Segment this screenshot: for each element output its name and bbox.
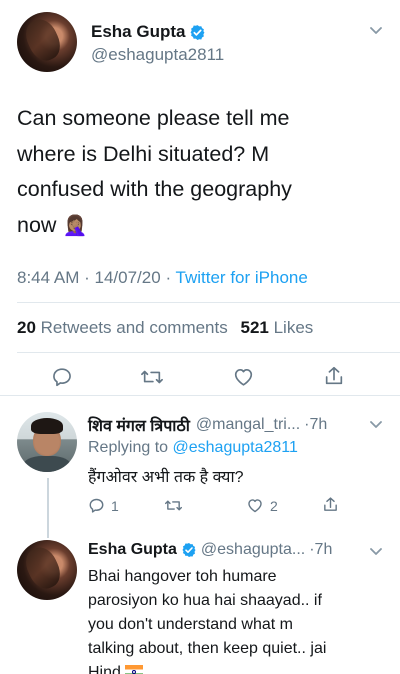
chevron-down-icon[interactable] [369,420,383,430]
reply-icon [89,498,104,513]
divider [0,395,400,396]
tweet-text-line: Can someone please tell me [17,106,290,130]
tweet-actions [0,360,400,396]
tweet-meta: 8:44 AM · 14/07/20 · Twitter for iPhone [17,268,308,288]
author-handle[interactable]: @eshagupta2811 [91,45,224,65]
reply-author-name[interactable]: शिव मंगल त्रिपाठी [88,414,190,436]
tweet-text-line: now 🤦🏽‍♀️ [17,208,387,245]
likes-count: 521 [240,318,269,337]
tweet-date: 14/07/20 [94,268,161,287]
reply-author-handle[interactable]: @mangal_tri... [196,416,300,434]
main-tweet: Esha Gupta @eshagupta2811 Can someone pl… [0,0,400,392]
thread-line [47,478,49,538]
reply-author-name[interactable]: Esha Gupta [88,541,177,559]
author-name-row[interactable]: Esha Gupta [91,22,206,42]
tweet-text-line: confused with the geography [17,177,292,201]
reply-header: शिव मंगल त्रिपाठी @mangal_tri... · 7h [88,414,327,436]
retweet-button[interactable] [164,497,183,514]
replying-to-label: Replying to [88,439,169,456]
retweets-stat[interactable]: 20 Retweets and comments [17,318,228,337]
reply-text-line: you don't understand what m [88,616,293,633]
retweets-count: 20 [17,318,36,337]
reply-author-handle[interactable]: @eshagupta... [201,541,305,559]
retweets-label: Retweets and comments [40,318,228,337]
reply-text: Bhai hangover toh humare parosiyon ko hu… [88,565,388,674]
reply-text-line: talking about, then keep quiet.. jai [88,640,327,657]
reply-button[interactable]: 1 [88,497,119,514]
reply-icon [53,368,71,387]
reply-actions: 1 2 [88,497,388,519]
meta-separator: · [84,268,90,287]
india-flag-icon [124,665,143,674]
tweet-source-link[interactable]: Twitter for iPhone [176,268,308,287]
tweet-time: 8:44 AM [17,268,80,287]
like-button[interactable] [232,366,255,388]
heart-icon [248,499,262,513]
likes-stat[interactable]: 521 Likes [240,318,313,337]
reply-text: हैंगओवर अभी तक है क्या? [88,469,244,486]
reply-header: Esha Gupta @eshagupta... · 7h [88,541,332,559]
reply-text-last-word: Hind [88,664,121,674]
reply-text-line: Hind [88,661,388,674]
replying-to-mention[interactable]: @eshagupta2811 [173,439,298,456]
likes-label: Likes [273,318,314,337]
author-avatar[interactable] [17,12,77,72]
replying-to: Replying to @eshagupta2811 [88,439,298,457]
like-count: 2 [270,497,278,514]
retweet-button[interactable] [140,366,164,388]
heart-icon [234,369,253,386]
reply-author-avatar[interactable] [17,540,77,600]
share-icon [325,366,343,385]
meta-separator: · [165,268,172,287]
reply-author-avatar[interactable] [17,412,77,472]
facepalm-emoji: 🤦🏽‍♀️ [62,214,88,237]
divider [17,302,400,303]
share-button[interactable] [322,496,339,513]
chevron-down-icon[interactable] [369,26,383,36]
reply-count: 1 [111,497,119,514]
share-icon [324,497,337,511]
reply-button[interactable] [51,366,73,388]
retweet-icon [141,370,163,384]
reply-time: 7h [314,541,333,558]
tweet-text: Can someone please tell me where is Delh… [17,101,387,244]
divider [17,352,400,353]
tweet-stats: 20 Retweets and comments 521 Likes [17,318,313,338]
share-button[interactable] [323,365,345,387]
chevron-down-icon[interactable] [369,547,383,557]
tweet-text-line: where is Delhi situated? M [17,141,270,166]
tweet-text-last-word: now [17,212,57,237]
verified-badge-icon [191,24,205,40]
reply-text-line: Bhai hangover toh humare [88,568,277,585]
author-display-name[interactable]: Esha Gupta [91,22,185,42]
retweet-icon [164,500,182,511]
reply-time: 7h [309,416,328,433]
like-button[interactable]: 2 [246,497,278,514]
verified-badge-icon [182,543,196,557]
reply-text-line: parosiyon ko hua hai shaayad.. if [88,592,322,609]
